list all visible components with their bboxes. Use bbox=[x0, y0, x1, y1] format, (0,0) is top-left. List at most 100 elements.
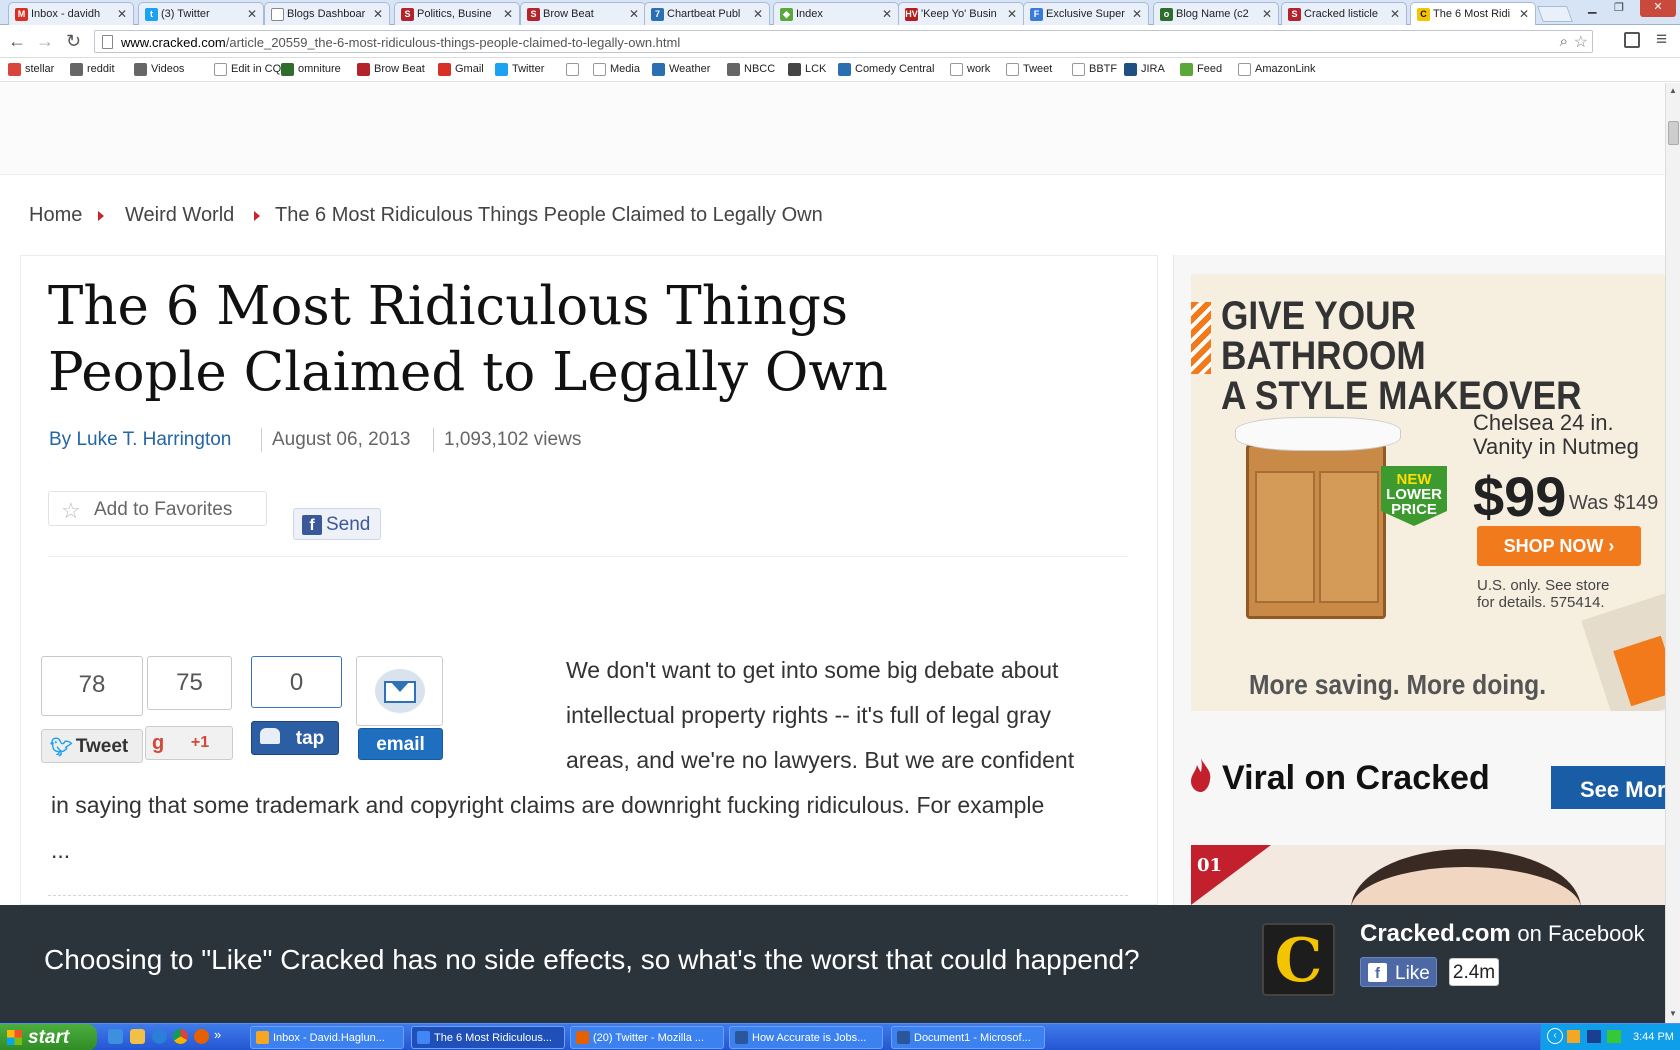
bathroom-vanity-ad[interactable]: GIVE YOUR BATHROOM A STYLE MAKEOVER NEW LO… bbox=[1191, 274, 1665, 711]
bookmark-item[interactable]: BBTF bbox=[1072, 63, 1117, 76]
close-tab-icon[interactable]: ✕ bbox=[1262, 7, 1272, 21]
bookmark-star-icon[interactable]: ☆ bbox=[1574, 32, 1588, 52]
browser-toolbar: ← → ↻ www.cracked.com/article_20559_the-… bbox=[0, 25, 1680, 58]
firefox-quicklaunch-icon[interactable] bbox=[194, 1029, 209, 1044]
breadcrumb-section[interactable]: Weird World bbox=[125, 204, 234, 227]
taskbar-window-button[interactable]: The 6 Most Ridiculous... bbox=[411, 1026, 565, 1049]
bookmark-item[interactable]: JIRA bbox=[1124, 63, 1165, 76]
scrollbar[interactable]: ▲ ▼ bbox=[1665, 83, 1680, 1023]
email-share-box[interactable] bbox=[356, 656, 443, 726]
close-window-button[interactable]: ✕ bbox=[1640, 0, 1676, 17]
back-arrow-icon[interactable]: ← bbox=[8, 31, 26, 52]
email-button[interactable]: email bbox=[358, 728, 443, 760]
outlook-tray-icon[interactable] bbox=[1567, 1030, 1580, 1043]
add-to-favorites-button[interactable]: ☆ Add to Favorites bbox=[48, 491, 267, 526]
close-tab-icon[interactable]: ✕ bbox=[1007, 7, 1017, 21]
more-quicklaunch-icon[interactable]: » bbox=[214, 1027, 221, 1042]
browser-tab[interactable]: S Cracked listicle ✕ bbox=[1281, 2, 1407, 25]
restore-button[interactable]: ❐ bbox=[1614, 1, 1624, 19]
close-tab-icon[interactable]: ✕ bbox=[117, 7, 127, 21]
browser-tab[interactable]: F Exclusive Super ✕ bbox=[1023, 2, 1149, 25]
taskbar-window-button[interactable]: Inbox - David.Haglun... bbox=[250, 1026, 404, 1049]
close-tab-icon[interactable]: ✕ bbox=[753, 7, 763, 21]
browser-tab[interactable]: S Brow Beat ✕ bbox=[520, 2, 646, 25]
scroll-down-icon[interactable]: ▼ bbox=[1669, 1009, 1677, 1018]
tray-expand-icon[interactable]: ‹ bbox=[1547, 1028, 1563, 1044]
browser-tab-label: Index bbox=[796, 8, 823, 20]
ie-quicklaunch-icon[interactable] bbox=[152, 1029, 167, 1044]
chrome-quicklaunch-icon[interactable] bbox=[173, 1029, 188, 1044]
google-plusone-button[interactable]: g +1 bbox=[145, 726, 233, 760]
reload-icon[interactable]: ↻ bbox=[66, 31, 81, 52]
menu-icon[interactable]: ≡ bbox=[1656, 29, 1667, 51]
taskbar-window-button[interactable]: How Accurate is Jobs... bbox=[729, 1026, 883, 1049]
scrollbar-thumb[interactable] bbox=[1668, 121, 1679, 145]
browser-tab-label: The 6 Most Ridi bbox=[1433, 8, 1511, 20]
facebook-send-button[interactable]: f Send bbox=[293, 508, 381, 540]
bookmark-label: Feed bbox=[1197, 63, 1223, 75]
tap-button[interactable]: tap bbox=[251, 721, 339, 755]
zoom-icon[interactable]: ⌕ bbox=[1560, 33, 1568, 50]
close-tab-icon[interactable]: ✕ bbox=[247, 7, 257, 21]
tweet-button[interactable]: 🐦︎ Tweet bbox=[41, 729, 143, 763]
author-link[interactable]: By Luke T. Harrington bbox=[49, 429, 231, 451]
new-tab-button[interactable] bbox=[1537, 6, 1573, 22]
browser-tab[interactable]: ◆ Index ✕ bbox=[773, 2, 899, 25]
browser-tab[interactable]: M Inbox - davidh ✕ bbox=[8, 2, 134, 25]
bookmark-item[interactable]: Twitter bbox=[495, 63, 544, 76]
bookmark-item[interactable]: Gmail bbox=[438, 63, 484, 76]
windows-taskbar: start » ‹ 3:44 PM Inbox - David.Haglun..… bbox=[0, 1023, 1680, 1050]
network-tray-icon[interactable] bbox=[1587, 1030, 1601, 1043]
scroll-up-icon[interactable]: ▲ bbox=[1669, 86, 1677, 95]
close-tab-icon[interactable]: ✕ bbox=[882, 7, 892, 21]
url-host: www.cracked.com bbox=[121, 35, 226, 50]
bookmark-item[interactable]: Weather bbox=[652, 63, 710, 76]
browser-tab[interactable]: C The 6 Most Ridi ✕ bbox=[1410, 2, 1536, 25]
browser-tab[interactable]: Blogs Dashboar ✕ bbox=[264, 2, 390, 25]
bookmark-item[interactable]: Videos bbox=[134, 63, 184, 76]
browser-tab[interactable]: 7 Chartbeat Publ ✕ bbox=[644, 2, 770, 25]
close-tab-icon[interactable]: ✕ bbox=[629, 7, 639, 21]
bookmark-item[interactable]: AmazonLink bbox=[1238, 63, 1316, 76]
bookmark-item[interactable]: stellar bbox=[8, 63, 54, 76]
bookmark-item[interactable]: LCK bbox=[788, 63, 826, 76]
close-tab-icon[interactable]: ✕ bbox=[1132, 7, 1142, 21]
start-button[interactable]: start bbox=[0, 1024, 97, 1050]
minimize-button[interactable]: ▁ bbox=[1588, 1, 1596, 19]
viral-thumbnail[interactable]: 01 bbox=[1191, 845, 1665, 905]
taskbar-window-button[interactable]: Document1 - Microsof... bbox=[891, 1026, 1045, 1049]
close-tab-icon[interactable]: ✕ bbox=[1519, 7, 1529, 21]
bookmark-item[interactable]: Edit in CQ5 bbox=[214, 63, 287, 76]
browser-tab[interactable]: o Blog Name (c2 ✕ bbox=[1153, 2, 1279, 25]
bookmark-item[interactable]: Tweet bbox=[1006, 63, 1052, 76]
shop-now-button[interactable]: SHOP NOW › bbox=[1477, 526, 1641, 566]
breadcrumb-home[interactable]: Home bbox=[29, 204, 82, 227]
like-label: Like bbox=[1395, 963, 1430, 984]
bookmark-item[interactable]: Feed bbox=[1180, 63, 1223, 76]
browser-tab[interactable]: S Politics, Busine ✕ bbox=[394, 2, 520, 25]
bookmark-item[interactable]: omniture bbox=[281, 63, 341, 76]
facebook-like-button[interactable]: f Like bbox=[1360, 957, 1437, 987]
extension-icon[interactable] bbox=[1624, 32, 1640, 48]
bookmark-item[interactable]: work bbox=[950, 63, 990, 76]
security-tray-icon[interactable] bbox=[1607, 1030, 1621, 1043]
close-tab-icon[interactable]: ✕ bbox=[1390, 7, 1400, 21]
article-date: August 06, 2013 bbox=[272, 429, 411, 450]
ie-quicklaunch-icon[interactable] bbox=[108, 1029, 123, 1044]
bookmark-item[interactable]: reddit bbox=[70, 63, 115, 76]
forward-arrow-icon[interactable]: → bbox=[36, 31, 54, 52]
bookmark-item[interactable]: NBCC bbox=[727, 63, 775, 76]
address-bar[interactable]: www.cracked.com/article_20559_the-6-most… bbox=[94, 30, 1593, 53]
bookmark-item[interactable]: Comedy Central bbox=[838, 63, 934, 76]
browser-tab[interactable]: t (3) Twitter ✕ bbox=[138, 2, 264, 25]
folder-quicklaunch-icon[interactable] bbox=[130, 1029, 145, 1044]
bookmark-item[interactable]: Brow Beat bbox=[357, 63, 425, 76]
app-icon bbox=[735, 1031, 748, 1044]
browser-tab[interactable]: HV 'Keep Yo' Busin ✕ bbox=[898, 2, 1024, 25]
lck-icon bbox=[788, 63, 801, 76]
see-more-button[interactable]: See More bbox=[1551, 766, 1665, 809]
close-tab-icon[interactable]: ✕ bbox=[503, 7, 513, 21]
close-tab-icon[interactable]: ✕ bbox=[373, 7, 383, 21]
taskbar-window-button[interactable]: (20) Twitter - Mozilla ... bbox=[570, 1026, 724, 1049]
bookmark-item[interactable]: Media bbox=[593, 63, 640, 76]
